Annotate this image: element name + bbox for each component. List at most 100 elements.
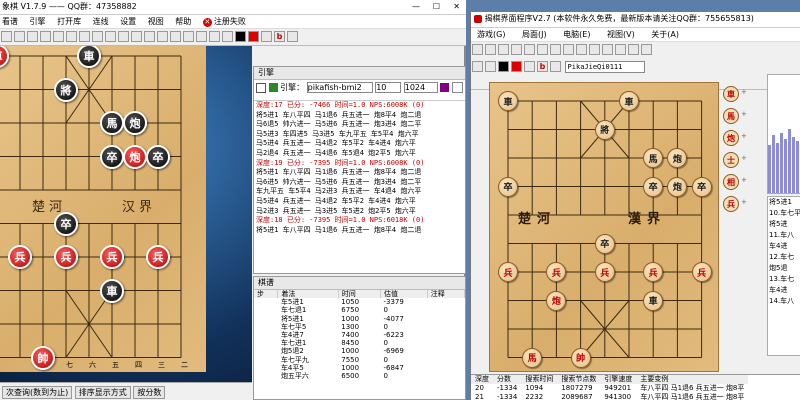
red-color-icon[interactable] [511, 61, 522, 72]
sort-mode-button[interactable]: 排序显示方式 [74, 386, 131, 399]
right-piece-black[interactable]: 車 [498, 91, 518, 111]
help-icon[interactable] [641, 44, 652, 55]
list-item[interactable]: 车4进 [768, 285, 800, 296]
reserve-piece[interactable]: 馬 [723, 108, 739, 124]
right-piece-black[interactable]: 車 [643, 290, 664, 311]
close-button[interactable]: ✕ [453, 0, 460, 14]
first-move-icon[interactable] [66, 31, 77, 42]
edit-icon[interactable] [615, 44, 626, 55]
table-row[interactable]: 将5进1 1000 -4077 [254, 315, 465, 323]
menu-computer[interactable]: 电脑(E) [563, 30, 590, 39]
right-piece-red[interactable]: 炮 [546, 290, 567, 311]
right-board[interactable]: 楚河 漢界 車車將馬炮卒卒炮卒卒兵兵兵兵兵炮車馬帥 [489, 82, 719, 372]
menu-engine[interactable]: 引擎 [30, 17, 46, 26]
menu-view[interactable]: 视图(V) [607, 30, 635, 39]
reserve-piece[interactable]: 士 [723, 152, 739, 168]
red-color-icon[interactable] [248, 31, 259, 42]
minimize-button[interactable]: — [412, 0, 420, 14]
list-item[interactable]: 将5进1 [768, 197, 800, 208]
open-icon[interactable] [485, 44, 496, 55]
level-icon[interactable] [222, 31, 233, 42]
left-board[interactable]: 楚河 汉界 八 七 六 五 四 三 二 車車將馬炮卒炮卒卒兵兵兵兵兵馬車馬帥 [0, 46, 206, 372]
table-row[interactable]: 炮五平六 6500 0 [254, 372, 465, 380]
right-piece-black[interactable]: 卒 [594, 233, 615, 254]
reserve-piece[interactable]: 車 [723, 86, 739, 102]
left-piece-red[interactable]: 兵 [54, 245, 78, 269]
left-piece-red[interactable]: 帥 [31, 345, 55, 370]
font-icon[interactable] [287, 31, 298, 42]
table-row[interactable]: 车七平5 1300 0 [254, 323, 465, 331]
hint-icon[interactable] [602, 44, 613, 55]
last-move-icon[interactable] [105, 31, 116, 42]
right-piece-black[interactable]: 卒 [643, 176, 664, 197]
paste-icon[interactable] [53, 31, 64, 42]
save-icon[interactable] [27, 31, 38, 42]
right-piece-black[interactable]: 卒 [691, 176, 712, 197]
maximize-button[interactable]: ☐ [433, 0, 440, 14]
book-icon[interactable] [144, 31, 155, 42]
menu-game[interactable]: 游戏(G) [477, 30, 505, 39]
paste-icon[interactable] [524, 44, 535, 55]
menu-view[interactable]: 视图 [148, 17, 164, 26]
table-row[interactable]: 车4进7 7400 -6223 [254, 331, 465, 339]
search-icon[interactable] [183, 31, 194, 42]
stop-icon[interactable] [589, 44, 600, 55]
search-table[interactable]: 深度 分数 搜索时间 搜索节点数 引擎速度 主要变例 20 -1334 1094 18… [471, 375, 749, 400]
copy-icon[interactable] [511, 44, 522, 55]
new-icon[interactable] [472, 44, 483, 55]
bold-icon[interactable]: b [537, 61, 548, 72]
save-icon[interactable] [498, 44, 509, 55]
engine-name-select[interactable]: pikafish-bmi2 [306, 82, 373, 93]
black-color-icon[interactable] [498, 61, 509, 72]
settings-icon[interactable] [628, 44, 639, 55]
left-piece-red[interactable]: 兵 [100, 245, 124, 269]
table-row[interactable]: 车七平九 7550 0 [254, 356, 465, 364]
table-row[interactable]: 车七退1 6750 0 [254, 306, 465, 314]
engine-hash-select[interactable]: 1024 [403, 82, 438, 93]
table-row[interactable]: 车4平5 1000 -6847 [254, 364, 465, 372]
right-piece-black[interactable]: 車 [619, 91, 639, 111]
next-move-icon[interactable] [92, 31, 103, 42]
prev-move-icon[interactable] [79, 31, 90, 42]
reserve-piece[interactable]: 兵 [723, 196, 739, 212]
list-item[interactable]: 11.车八 [768, 230, 800, 241]
engine-load-icon[interactable] [524, 61, 535, 72]
engine-output-log[interactable]: 深度:17 已分: -7466 时间=1.0 NPS:6008K (0) 将5进1… [254, 101, 465, 277]
left-piece-black[interactable]: 馬 [100, 111, 124, 135]
copy-icon[interactable] [40, 31, 51, 42]
undo-icon[interactable] [537, 44, 548, 55]
right-piece-black[interactable]: 卒 [498, 176, 518, 197]
menu-about[interactable]: 关于(A) [651, 30, 679, 39]
engine-depth-select[interactable]: 10 [375, 82, 402, 93]
edit-icon[interactable] [157, 31, 168, 42]
sort-by-score-select[interactable]: 按分数 [133, 386, 166, 399]
right-piece-red[interactable]: 兵 [691, 262, 712, 282]
flip-board-icon[interactable] [118, 31, 129, 42]
left-piece-black[interactable]: 卒 [146, 144, 170, 169]
settings-icon[interactable] [261, 31, 272, 42]
analyze-icon[interactable] [131, 31, 142, 42]
side-move-list[interactable]: 将5进1 10.车七平 将5进 11.车八 车4进 12.车七 炮5退 13.车七 车4进 14.… [767, 196, 800, 356]
right-piece-red[interactable]: 帥 [570, 347, 591, 368]
monitor-icon[interactable] [485, 61, 496, 72]
list-item[interactable]: 炮5退 [768, 263, 800, 274]
left-piece-black[interactable]: 卒 [100, 144, 124, 169]
bold-icon[interactable]: b [274, 31, 285, 42]
menu-help[interactable]: 帮助 [175, 17, 191, 26]
right-piece-red[interactable]: 兵 [498, 262, 518, 282]
right-piece-red[interactable]: 兵 [594, 262, 615, 282]
menu-connect[interactable]: 连线 [93, 17, 109, 26]
list-item[interactable]: 14.车八 [768, 296, 800, 307]
font-icon[interactable] [550, 61, 561, 72]
play-icon[interactable] [576, 44, 587, 55]
reserve-piece[interactable]: 相 [723, 174, 739, 190]
moves-table[interactable]: 步 着法 时间 估值 注释 车5进1 1050 -3379 车七退1 6750 0 将5进1… [254, 290, 465, 380]
engine-checkbox[interactable] [256, 82, 266, 93]
table-row[interactable]: 炮5退2 1000 -6969 [254, 347, 465, 355]
left-piece-red[interactable]: 炮 [123, 144, 147, 169]
list-item[interactable]: 12.车七 [768, 252, 800, 263]
menu-settings[interactable]: 设置 [120, 17, 136, 26]
table-row[interactable]: 21 -1334 2232 2089687 941300 车八平四 马1退6 兵五进一 炮… [471, 393, 748, 400]
list-item[interactable]: 将5进 [768, 219, 800, 230]
flip-icon[interactable] [563, 44, 574, 55]
